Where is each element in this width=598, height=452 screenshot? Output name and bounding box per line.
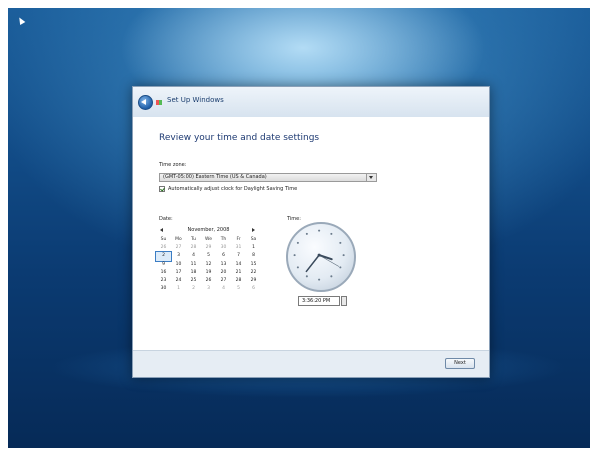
calendar-day[interactable]: 11 — [186, 261, 201, 269]
calendar-day[interactable]: 4 — [216, 285, 231, 293]
clock-hour-tick — [296, 266, 299, 269]
weekday-header: Fr — [236, 237, 241, 242]
calendar-day[interactable]: 3 — [171, 252, 186, 260]
calendar-day[interactable]: 21 — [231, 269, 246, 277]
calendar-day[interactable]: 10 — [171, 261, 186, 269]
weekday-header: Th — [220, 237, 227, 242]
dst-checkbox-label: Automatically adjust clock for Daylight … — [168, 186, 298, 192]
time-spinner[interactable] — [341, 296, 347, 306]
clock-center-pin — [317, 253, 321, 257]
calendar-day[interactable]: 3 — [201, 285, 216, 293]
dialog-titlebar: Set Up Windows — [133, 87, 489, 117]
calendar-day[interactable]: 29 — [246, 277, 261, 285]
calendar-day[interactable]: 18 — [186, 269, 201, 277]
calendar-day[interactable]: 2 — [155, 251, 172, 262]
calendar-day[interactable]: 28 — [186, 244, 201, 252]
calendar-day[interactable]: 7 — [231, 252, 246, 260]
calendar-day[interactable]: 8 — [246, 252, 261, 260]
clock-hour-tick — [305, 275, 308, 278]
calendar-day[interactable]: 14 — [231, 261, 246, 269]
calendar-day[interactable]: 27 — [216, 277, 231, 285]
clock-hour-tick — [339, 241, 342, 244]
calendar-day[interactable]: 20 — [216, 269, 231, 277]
calendar-day[interactable]: 12 — [201, 261, 216, 269]
calendar-day[interactable]: 1 — [171, 285, 186, 293]
chevron-down-icon[interactable] — [366, 174, 376, 181]
calendar-day[interactable]: 26 — [201, 277, 216, 285]
calendar-day[interactable]: 26 — [156, 244, 171, 252]
next-button[interactable]: Next — [445, 358, 475, 369]
clock-hour-tick — [330, 232, 333, 235]
clock-hour-tick — [296, 241, 299, 244]
calendar-day[interactable]: 16 — [156, 269, 171, 277]
analog-clock — [286, 222, 356, 292]
dialog-footer: Next — [133, 350, 489, 377]
calendar-day[interactable]: 6 — [246, 285, 261, 293]
calendar-day[interactable]: 9 — [156, 261, 171, 269]
calendar-day[interactable]: 28 — [231, 277, 246, 285]
calendar-grid: Su Mo Tu We Th Fr Sa 26 27 28 29 30 31 1 2 3 4 5 6 7 8 9 10 11 1… — [155, 236, 261, 293]
back-arrow-icon[interactable] — [138, 95, 153, 110]
calendar-day[interactable]: 25 — [186, 277, 201, 285]
calendar-day[interactable]: 23 — [156, 277, 171, 285]
calendar-day[interactable]: 17 — [171, 269, 186, 277]
calendar-day[interactable]: 5 — [201, 252, 216, 260]
calendar-month-label[interactable]: November, 2008 — [156, 227, 261, 233]
time-zone-label: Time zone: — [159, 162, 187, 168]
calendar-day[interactable]: 30 — [216, 244, 231, 252]
weekday-header: Su — [160, 237, 167, 242]
calendar-day[interactable]: 5 — [231, 285, 246, 293]
clock-hour-tick — [342, 254, 345, 257]
windows-logo-icon — [156, 100, 162, 105]
calendar-day[interactable]: 1 — [246, 244, 261, 252]
calendar-day[interactable]: 15 — [246, 261, 261, 269]
weekday-header: Sa — [250, 237, 257, 242]
clock-hour-tick — [318, 229, 321, 232]
calendar-header: November, 2008 — [156, 226, 261, 235]
clock-hour-tick — [330, 275, 333, 278]
weekday-header: We — [205, 237, 212, 242]
next-month-icon[interactable] — [252, 228, 255, 232]
dialog-title: Set Up Windows — [167, 96, 224, 104]
time-label: Time: — [287, 216, 301, 222]
clock-hour-tick — [293, 254, 296, 257]
time-zone-select[interactable]: (GMT-05:00) Eastern Time (US & Canada) — [159, 173, 377, 182]
date-label: Date: — [159, 216, 173, 222]
clock-hour-tick — [318, 278, 321, 281]
weekday-header: Tu — [191, 237, 196, 242]
clock-minute-hand — [305, 254, 320, 273]
calendar-day[interactable]: 19 — [201, 269, 216, 277]
calendar-day[interactable]: 27 — [171, 244, 186, 252]
calendar-day[interactable]: 13 — [216, 261, 231, 269]
calendar-day[interactable]: 31 — [231, 244, 246, 252]
calendar-day[interactable]: 24 — [171, 277, 186, 285]
dst-checkbox[interactable] — [159, 186, 165, 192]
calendar-day[interactable]: 30 — [156, 285, 171, 293]
mouse-cursor-icon — [16, 15, 26, 26]
time-value: 3:36:20 PM — [302, 298, 331, 304]
date-calendar: November, 2008 Su Mo Tu We Th Fr Sa 26 27 28 29 30 3… — [155, 226, 261, 304]
time-zone-value: (GMT-05:00) Eastern Time (US & Canada) — [163, 174, 267, 180]
clock-hour-tick — [339, 266, 342, 269]
calendar-day[interactable]: 2 — [186, 285, 201, 293]
page-heading: Review your time and date settings — [159, 133, 320, 143]
time-input[interactable]: 3:36:20 PM — [298, 296, 340, 306]
calendar-day[interactable]: 22 — [246, 269, 261, 277]
clock-second-hand — [318, 254, 339, 267]
calendar-day[interactable]: 29 — [201, 244, 216, 252]
calendar-day[interactable]: 6 — [216, 252, 231, 260]
clock-hour-tick — [305, 232, 308, 235]
calendar-day[interactable]: 4 — [186, 252, 201, 260]
weekday-header: Mo — [175, 237, 182, 242]
